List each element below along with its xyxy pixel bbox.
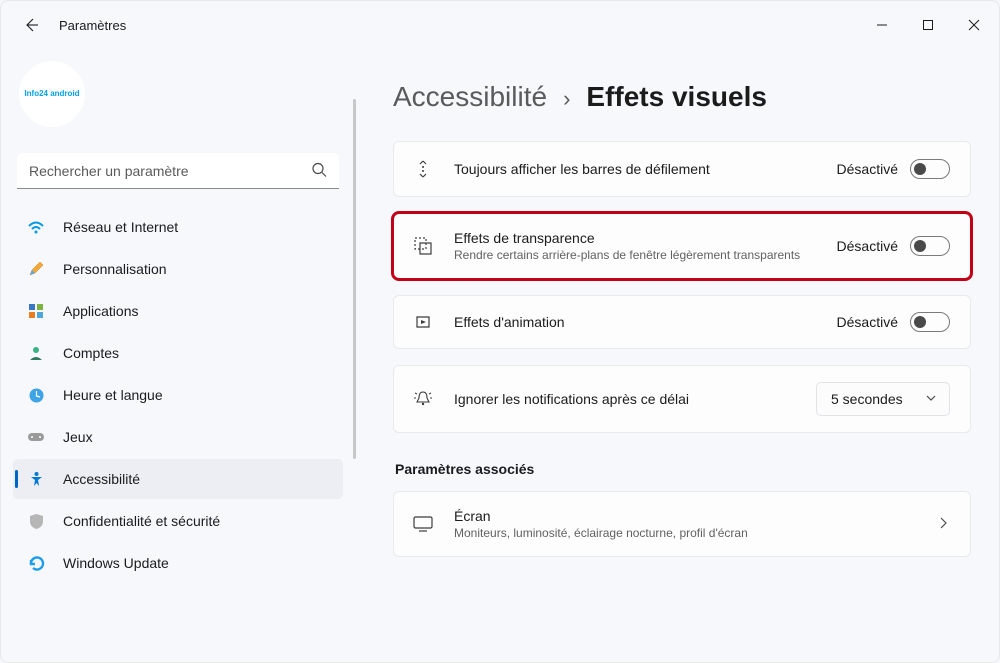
content-pane: Accessibilité › Effets visuels Toujours … xyxy=(353,49,999,663)
sidebar-item-time[interactable]: Heure et langue xyxy=(13,375,343,415)
display-icon xyxy=(412,515,434,533)
search-icon xyxy=(311,162,327,181)
animation-icon xyxy=(412,312,434,332)
sidebar-label: Accessibilité xyxy=(63,471,140,487)
update-icon xyxy=(27,555,45,572)
sidebar-label: Réseau et Internet xyxy=(63,219,178,235)
related-title: Écran xyxy=(454,508,936,524)
sidebar-item-gaming[interactable]: Jeux xyxy=(13,417,343,457)
transparency-toggle[interactable] xyxy=(910,236,950,256)
notification-icon xyxy=(412,389,434,409)
avatar-label: Info24 android xyxy=(24,90,79,98)
sidebar-label: Heure et langue xyxy=(63,387,163,403)
sidebar-item-privacy[interactable]: Confidentialité et sécurité xyxy=(13,501,343,541)
toggle-state: Désactivé xyxy=(837,314,898,330)
avatar[interactable]: Info24 android xyxy=(19,61,85,127)
wifi-icon xyxy=(27,218,45,236)
chevron-right-icon xyxy=(936,516,950,533)
back-button[interactable] xyxy=(9,3,53,47)
sidebar-item-apps[interactable]: Applications xyxy=(13,291,343,331)
chevron-down-icon xyxy=(925,391,937,407)
scrollbar-thumb[interactable] xyxy=(353,99,356,459)
scrollbars-toggle[interactable] xyxy=(910,159,950,179)
maximize-icon xyxy=(922,19,934,31)
related-subtitle: Moniteurs, luminosité, éclairage nocturn… xyxy=(454,526,936,540)
toggle-state: Désactivé xyxy=(837,161,898,177)
sidebar-item-network[interactable]: Réseau et Internet xyxy=(13,207,343,247)
setting-title: Effets de transparence xyxy=(454,230,837,246)
sidebar-label: Confidentialité et sécurité xyxy=(63,513,220,529)
minimize-icon xyxy=(876,19,888,31)
setting-notif-delay[interactable]: Ignorer les notifications après ce délai… xyxy=(393,365,971,433)
sidebar-label: Jeux xyxy=(63,429,93,445)
gamepad-icon xyxy=(27,430,45,444)
sidebar: Info24 android Réseau et Internet Person… xyxy=(1,49,353,663)
setting-title: Ignorer les notifications après ce délai xyxy=(454,391,816,407)
setting-title: Toujours afficher les barres de défileme… xyxy=(454,161,837,177)
animation-toggle[interactable] xyxy=(910,312,950,332)
related-heading: Paramètres associés xyxy=(395,461,971,477)
transparency-icon xyxy=(412,236,434,256)
shield-icon xyxy=(27,513,45,530)
sidebar-item-personalization[interactable]: Personnalisation xyxy=(13,249,343,289)
close-icon xyxy=(968,19,980,31)
maximize-button[interactable] xyxy=(905,5,951,45)
search-box xyxy=(17,153,339,189)
minimize-button[interactable] xyxy=(859,5,905,45)
arrow-left-icon xyxy=(23,17,39,33)
search-input[interactable] xyxy=(17,153,339,189)
setting-transparency[interactable]: Effets de transparence Rendre certains a… xyxy=(393,213,971,279)
person-icon xyxy=(27,345,45,361)
sidebar-item-accessibility[interactable]: Accessibilité xyxy=(13,459,343,499)
app-title: Paramètres xyxy=(59,18,126,33)
setting-scrollbars[interactable]: Toujours afficher les barres de défileme… xyxy=(393,141,971,197)
notif-delay-dropdown[interactable]: 5 secondes xyxy=(816,382,950,416)
setting-animation[interactable]: Effets d'animation Désactivé xyxy=(393,295,971,349)
setting-title: Effets d'animation xyxy=(454,314,837,330)
setting-subtitle: Rendre certains arrière-plans de fenêtre… xyxy=(454,248,814,262)
chevron-right-icon: › xyxy=(563,86,570,112)
sidebar-item-update[interactable]: Windows Update xyxy=(13,543,343,583)
close-button[interactable] xyxy=(951,5,997,45)
accessibility-icon xyxy=(27,471,45,488)
sidebar-label: Personnalisation xyxy=(63,261,167,277)
scrollbars-icon xyxy=(412,158,434,180)
apps-icon xyxy=(27,303,45,319)
related-screen[interactable]: Écran Moniteurs, luminosité, éclairage n… xyxy=(393,491,971,557)
dropdown-value: 5 secondes xyxy=(831,391,903,407)
sidebar-label: Applications xyxy=(63,303,139,319)
sidebar-item-accounts[interactable]: Comptes xyxy=(13,333,343,373)
paintbrush-icon xyxy=(27,260,45,278)
breadcrumb-parent[interactable]: Accessibilité xyxy=(393,81,547,113)
sidebar-label: Comptes xyxy=(63,345,119,361)
clock-globe-icon xyxy=(27,387,45,404)
breadcrumb: Accessibilité › Effets visuels xyxy=(393,81,971,113)
sidebar-label: Windows Update xyxy=(63,555,169,571)
toggle-state: Désactivé xyxy=(837,238,898,254)
page-title: Effets visuels xyxy=(586,81,767,113)
